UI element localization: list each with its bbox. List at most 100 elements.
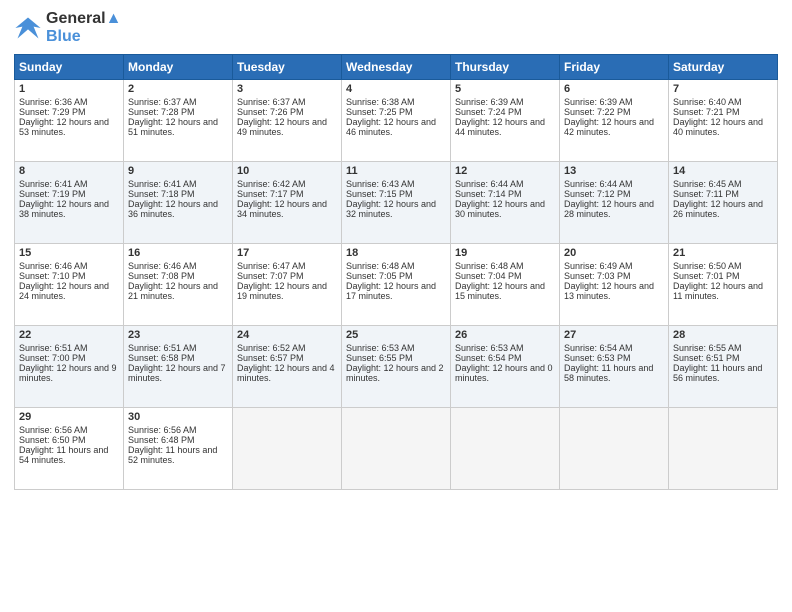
day-number: 29 (19, 411, 119, 423)
sunset-text: Sunset: 7:01 PM (673, 271, 740, 281)
calendar-cell (451, 408, 560, 490)
weekday-header-saturday: Saturday (669, 55, 778, 80)
calendar-cell: 2Sunrise: 6:37 AMSunset: 7:28 PMDaylight… (124, 80, 233, 162)
sunset-text: Sunset: 6:48 PM (128, 435, 195, 445)
daylight-text: Daylight: 12 hours and 0 minutes. (455, 363, 553, 383)
daylight-text: Daylight: 12 hours and 38 minutes. (19, 199, 109, 219)
sunset-text: Sunset: 7:18 PM (128, 189, 195, 199)
calendar-cell: 1Sunrise: 6:36 AMSunset: 7:29 PMDaylight… (15, 80, 124, 162)
logo-text: General▲ Blue (46, 10, 121, 46)
day-number: 10 (237, 165, 337, 177)
day-number: 18 (346, 247, 446, 259)
sunset-text: Sunset: 7:08 PM (128, 271, 195, 281)
daylight-text: Daylight: 12 hours and 46 minutes. (346, 117, 436, 137)
daylight-text: Daylight: 12 hours and 11 minutes. (673, 281, 763, 301)
day-number: 22 (19, 329, 119, 341)
daylight-text: Daylight: 12 hours and 44 minutes. (455, 117, 545, 137)
day-number: 28 (673, 329, 773, 341)
sunset-text: Sunset: 6:55 PM (346, 353, 413, 363)
sunrise-text: Sunrise: 6:51 AM (128, 343, 197, 353)
sunset-text: Sunset: 7:04 PM (455, 271, 522, 281)
daylight-text: Daylight: 12 hours and 7 minutes. (128, 363, 226, 383)
sunrise-text: Sunrise: 6:49 AM (564, 261, 633, 271)
sunrise-text: Sunrise: 6:51 AM (19, 343, 88, 353)
sunset-text: Sunset: 6:58 PM (128, 353, 195, 363)
sunset-text: Sunset: 7:19 PM (19, 189, 86, 199)
daylight-text: Daylight: 11 hours and 56 minutes. (673, 363, 762, 383)
calendar-cell: 15Sunrise: 6:46 AMSunset: 7:10 PMDayligh… (15, 244, 124, 326)
daylight-text: Daylight: 12 hours and 2 minutes. (346, 363, 444, 383)
calendar-cell (342, 408, 451, 490)
sunrise-text: Sunrise: 6:39 AM (564, 97, 633, 107)
daylight-text: Daylight: 12 hours and 21 minutes. (128, 281, 218, 301)
day-number: 24 (237, 329, 337, 341)
sunrise-text: Sunrise: 6:53 AM (455, 343, 524, 353)
sunset-text: Sunset: 6:50 PM (19, 435, 86, 445)
calendar-cell: 26Sunrise: 6:53 AMSunset: 6:54 PMDayligh… (451, 326, 560, 408)
weekday-header-friday: Friday (560, 55, 669, 80)
sunrise-text: Sunrise: 6:52 AM (237, 343, 306, 353)
calendar-cell (233, 408, 342, 490)
calendar-cell: 16Sunrise: 6:46 AMSunset: 7:08 PMDayligh… (124, 244, 233, 326)
calendar-cell: 23 Sunrise: 6:51 AMSunset: 6:58 PMDayligh… (124, 326, 233, 408)
sunrise-text: Sunrise: 6:42 AM (237, 179, 306, 189)
calendar-cell: 12Sunrise: 6:44 AMSunset: 7:14 PMDayligh… (451, 162, 560, 244)
sunrise-text: Sunrise: 6:43 AM (346, 179, 415, 189)
day-number: 12 (455, 165, 555, 177)
sunrise-text: Sunrise: 6:55 AM (673, 343, 742, 353)
sunrise-text: Sunrise: 6:54 AM (564, 343, 633, 353)
calendar-cell (669, 408, 778, 490)
calendar-cell: 11Sunrise: 6:43 AMSunset: 7:15 PMDayligh… (342, 162, 451, 244)
sunset-text: Sunset: 7:03 PM (564, 271, 631, 281)
day-number: 21 (673, 247, 773, 259)
daylight-text: Daylight: 11 hours and 52 minutes. (128, 445, 217, 465)
calendar-cell (560, 408, 669, 490)
daylight-text: Daylight: 12 hours and 19 minutes. (237, 281, 327, 301)
sunset-text: Sunset: 7:10 PM (19, 271, 86, 281)
sunset-text: Sunset: 7:05 PM (346, 271, 413, 281)
sunset-text: Sunset: 7:07 PM (237, 271, 304, 281)
daylight-text: Daylight: 12 hours and 28 minutes. (564, 199, 654, 219)
sunrise-text: Sunrise: 6:48 AM (455, 261, 524, 271)
day-number: 25 (346, 329, 446, 341)
day-number: 1 (19, 83, 119, 95)
sunset-text: Sunset: 7:00 PM (19, 353, 86, 363)
sunrise-text: Sunrise: 6:38 AM (346, 97, 415, 107)
daylight-text: Daylight: 12 hours and 17 minutes. (346, 281, 436, 301)
day-number: 3 (237, 83, 337, 95)
day-number: 4 (346, 83, 446, 95)
sunset-text: Sunset: 7:17 PM (237, 189, 304, 199)
sunrise-text: Sunrise: 6:39 AM (455, 97, 524, 107)
day-number: 5 (455, 83, 555, 95)
day-number: 8 (19, 165, 119, 177)
calendar-cell: 6Sunrise: 6:39 AMSunset: 7:22 PMDaylight… (560, 80, 669, 162)
calendar-cell: 14Sunrise: 6:45 AMSunset: 7:11 PMDayligh… (669, 162, 778, 244)
daylight-text: Daylight: 12 hours and 13 minutes. (564, 281, 654, 301)
calendar-cell: 3Sunrise: 6:37 AMSunset: 7:26 PMDaylight… (233, 80, 342, 162)
day-number: 27 (564, 329, 664, 341)
calendar-cell: 4Sunrise: 6:38 AMSunset: 7:25 PMDaylight… (342, 80, 451, 162)
sunset-text: Sunset: 7:29 PM (19, 107, 86, 117)
sunset-text: Sunset: 7:14 PM (455, 189, 522, 199)
sunrise-text: Sunrise: 6:45 AM (673, 179, 742, 189)
sunset-text: Sunset: 6:57 PM (237, 353, 304, 363)
calendar-week-row: 29Sunrise: 6:56 AMSunset: 6:50 PMDayligh… (15, 408, 778, 490)
day-number: 30 (128, 411, 228, 423)
sunrise-text: Sunrise: 6:44 AM (455, 179, 524, 189)
calendar-cell: 13Sunrise: 6:44 AMSunset: 7:12 PMDayligh… (560, 162, 669, 244)
sunset-text: Sunset: 7:28 PM (128, 107, 195, 117)
calendar-cell: 27Sunrise: 6:54 AMSunset: 6:53 PMDayligh… (560, 326, 669, 408)
sunset-text: Sunset: 6:51 PM (673, 353, 740, 363)
daylight-text: Daylight: 12 hours and 42 minutes. (564, 117, 654, 137)
day-number: 23 (128, 329, 228, 341)
calendar-week-row: 8Sunrise: 6:41 AMSunset: 7:19 PMDaylight… (15, 162, 778, 244)
calendar-week-row: 22Sunrise: 6:51 AMSunset: 7:00 PMDayligh… (15, 326, 778, 408)
sunset-text: Sunset: 6:54 PM (455, 353, 522, 363)
day-number: 2 (128, 83, 228, 95)
calendar-cell: 30Sunrise: 6:56 AMSunset: 6:48 PMDayligh… (124, 408, 233, 490)
daylight-text: Daylight: 12 hours and 9 minutes. (19, 363, 117, 383)
daylight-text: Daylight: 12 hours and 15 minutes. (455, 281, 545, 301)
day-number: 14 (673, 165, 773, 177)
daylight-text: Daylight: 12 hours and 36 minutes. (128, 199, 218, 219)
calendar-cell: 8Sunrise: 6:41 AMSunset: 7:19 PMDaylight… (15, 162, 124, 244)
